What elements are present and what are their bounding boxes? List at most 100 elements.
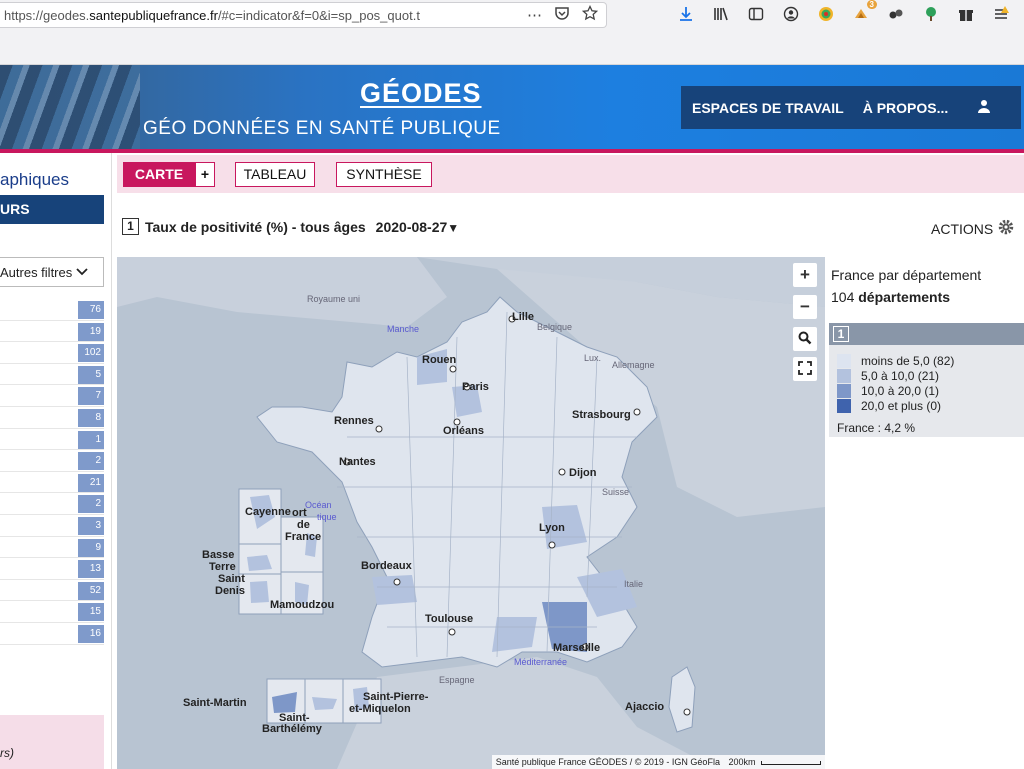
indicator-count: 2 — [78, 452, 104, 471]
indicator-list-item[interactable]: 9 — [0, 537, 104, 559]
tab-add-button[interactable]: + — [195, 162, 215, 187]
extension-honey-icon[interactable]: 3 — [851, 0, 877, 24]
city-nantes: Nantes — [339, 456, 376, 468]
scale-label: 200km — [728, 757, 756, 767]
url-prefix: https://geodes. — [4, 7, 90, 23]
indicator-list-item[interactable]: 76 — [0, 299, 104, 321]
zoom-in-button[interactable]: + — [793, 263, 817, 287]
zoom-out-button[interactable]: − — [793, 295, 817, 319]
indicator-header: 1 Taux de positivité (%) - tous âges 202… — [122, 218, 459, 235]
tab-tableau[interactable]: TABLEAU — [235, 162, 315, 187]
legend-classes: moins de 5,0 (82) 5,0 à 10,0 (21) 10,0 à… — [829, 345, 1024, 437]
indicator-list: 76 19 102 5 7 8 1 2 21 2 3 9 13 52 15 16 — [0, 299, 104, 645]
city-toulouse: Toulouse — [425, 613, 474, 625]
saint-barthelemy[interactable] — [312, 697, 337, 710]
browser-toolbar: https://geodes.santepubliquefrance.fr/#c… — [0, 0, 1024, 65]
map-search-button[interactable] — [793, 327, 817, 351]
indicator-list-item[interactable]: 5 — [0, 364, 104, 386]
user-icon[interactable] — [977, 99, 991, 116]
legend-header[interactable]: 1 — [829, 323, 1024, 345]
indicator-list-item[interactable]: 2 — [0, 450, 104, 472]
extension-tree-icon[interactable] — [921, 4, 941, 24]
city-paris: Paris — [462, 381, 489, 393]
city-lille: Lille — [512, 311, 535, 323]
indicator-count: 9 — [78, 538, 104, 557]
nav-about[interactable]: À PROPOS... — [863, 100, 949, 116]
account-icon[interactable] — [781, 4, 801, 24]
legend-item-label: 20,0 et plus (0) — [861, 399, 942, 413]
indicator-list-item[interactable]: 15 — [0, 601, 104, 623]
corsica[interactable] — [668, 666, 696, 733]
extension-globe-icon[interactable] — [816, 4, 836, 24]
actions-label: ACTIONS — [931, 220, 994, 237]
indicator-list-item[interactable]: 2 — [0, 493, 104, 515]
legend-france-total: France : 4,2 % — [837, 421, 916, 435]
dept-herault[interactable] — [492, 617, 537, 652]
download-icon[interactable] — [676, 4, 696, 24]
pocket-icon[interactable] — [554, 5, 570, 25]
legend-item: 5,0 à 10,0 (21) — [837, 369, 939, 383]
indicator-count: 21 — [78, 473, 104, 492]
site-subtitle: GÉO DONNÉES EN SANTÉ PUBLIQUE — [143, 118, 501, 139]
indicator-date-select[interactable]: 2020-08-27▼ — [376, 219, 460, 235]
dept-gironde[interactable] — [372, 575, 417, 605]
legend-item-label: 10,0 à 20,0 (1) — [861, 384, 940, 398]
map-label-ocean-1: Océan — [305, 500, 332, 510]
map-label-italie: Italie — [624, 579, 644, 589]
map-label-ocean-2: tique — [317, 512, 337, 522]
indicator-count: 8 — [78, 408, 104, 427]
gear-icon — [997, 218, 1015, 239]
indicator-list-item[interactable]: 16 — [0, 623, 104, 645]
nav-workspaces[interactable]: ESPACES DE TRAVAIL — [692, 100, 844, 116]
menu-icon[interactable] — [991, 4, 1011, 24]
city-rouen: Rouen — [422, 354, 457, 366]
indicator-list-item[interactable]: 21 — [0, 472, 104, 494]
attribution-text: Santé publique France GÉODES / © 2019 - … — [495, 757, 720, 767]
city-ajaccio: Ajaccio — [625, 701, 665, 713]
library-icon[interactable] — [711, 4, 731, 24]
page-actions-icon[interactable]: ⋯ — [527, 6, 542, 24]
indicator-list-item[interactable]: 8 — [0, 407, 104, 429]
legend-item: 10,0 à 20,0 (1) — [837, 384, 939, 398]
city-fort-de-france-2: de — [297, 519, 310, 531]
actions-menu[interactable]: ACTIONS — [931, 218, 1015, 239]
indicator-list-item[interactable]: 13 — [0, 558, 104, 580]
indicator-list-item[interactable]: 19 — [0, 321, 104, 343]
indicator-list-item[interactable]: 102 — [0, 342, 104, 364]
map-label-suisse: Suisse — [602, 487, 630, 497]
indicator-count: 52 — [78, 581, 104, 600]
sidebar-icon[interactable] — [746, 4, 766, 24]
fullscreen-button[interactable] — [793, 357, 817, 381]
indicator-list-item[interactable]: 7 — [0, 385, 104, 407]
extension-badge: 3 — [866, 0, 877, 9]
bookmark-star-icon[interactable] — [581, 4, 599, 25]
legend-swatch — [837, 369, 851, 383]
legend-item-label: moins de 5,0 (82) — [861, 354, 955, 368]
reunion[interactable] — [250, 581, 269, 603]
tab-carte[interactable]: CARTE — [123, 162, 195, 187]
indicator-count: 2 — [78, 495, 104, 514]
sidebar-active-item[interactable]: URS — [0, 195, 104, 224]
map-label-manche: Manche — [387, 324, 420, 334]
site-title[interactable]: GÉODES — [360, 78, 482, 109]
indicator-list-item[interactable]: 52 — [0, 580, 104, 602]
triangle-down-icon: ▼ — [447, 220, 460, 235]
indicator-label: Taux de positivité (%) - tous âges — [145, 218, 366, 235]
indicator-number: 1 — [122, 218, 139, 235]
city-cayenne: Cayenne — [245, 506, 291, 518]
extension-dots-icon[interactable] — [886, 4, 906, 24]
indicator-list-item[interactable]: 3 — [0, 515, 104, 537]
indicator-list-item[interactable]: 1 — [0, 429, 104, 451]
other-filters-dropdown[interactable]: Autres filtres — [0, 257, 104, 287]
url-bar[interactable]: https://geodes.santepubliquefrance.fr/#c… — [0, 2, 607, 28]
choropleth-map[interactable]: Royaume uni Manche Belgique Lux. Allemag… — [117, 257, 825, 769]
legend-item-label: 5,0 à 10,0 (21) — [861, 369, 940, 383]
map-label-espagne: Espagne — [439, 675, 475, 685]
legend-count: 104 départements — [831, 289, 950, 305]
legend-swatch — [837, 399, 851, 413]
gift-icon[interactable] — [956, 4, 976, 24]
city-saint-martin: Saint-Martin — [183, 697, 247, 709]
tab-synthese[interactable]: SYNTHÈSE — [336, 162, 432, 187]
indicator-count: 13 — [78, 560, 104, 579]
scale-bar — [761, 761, 821, 765]
